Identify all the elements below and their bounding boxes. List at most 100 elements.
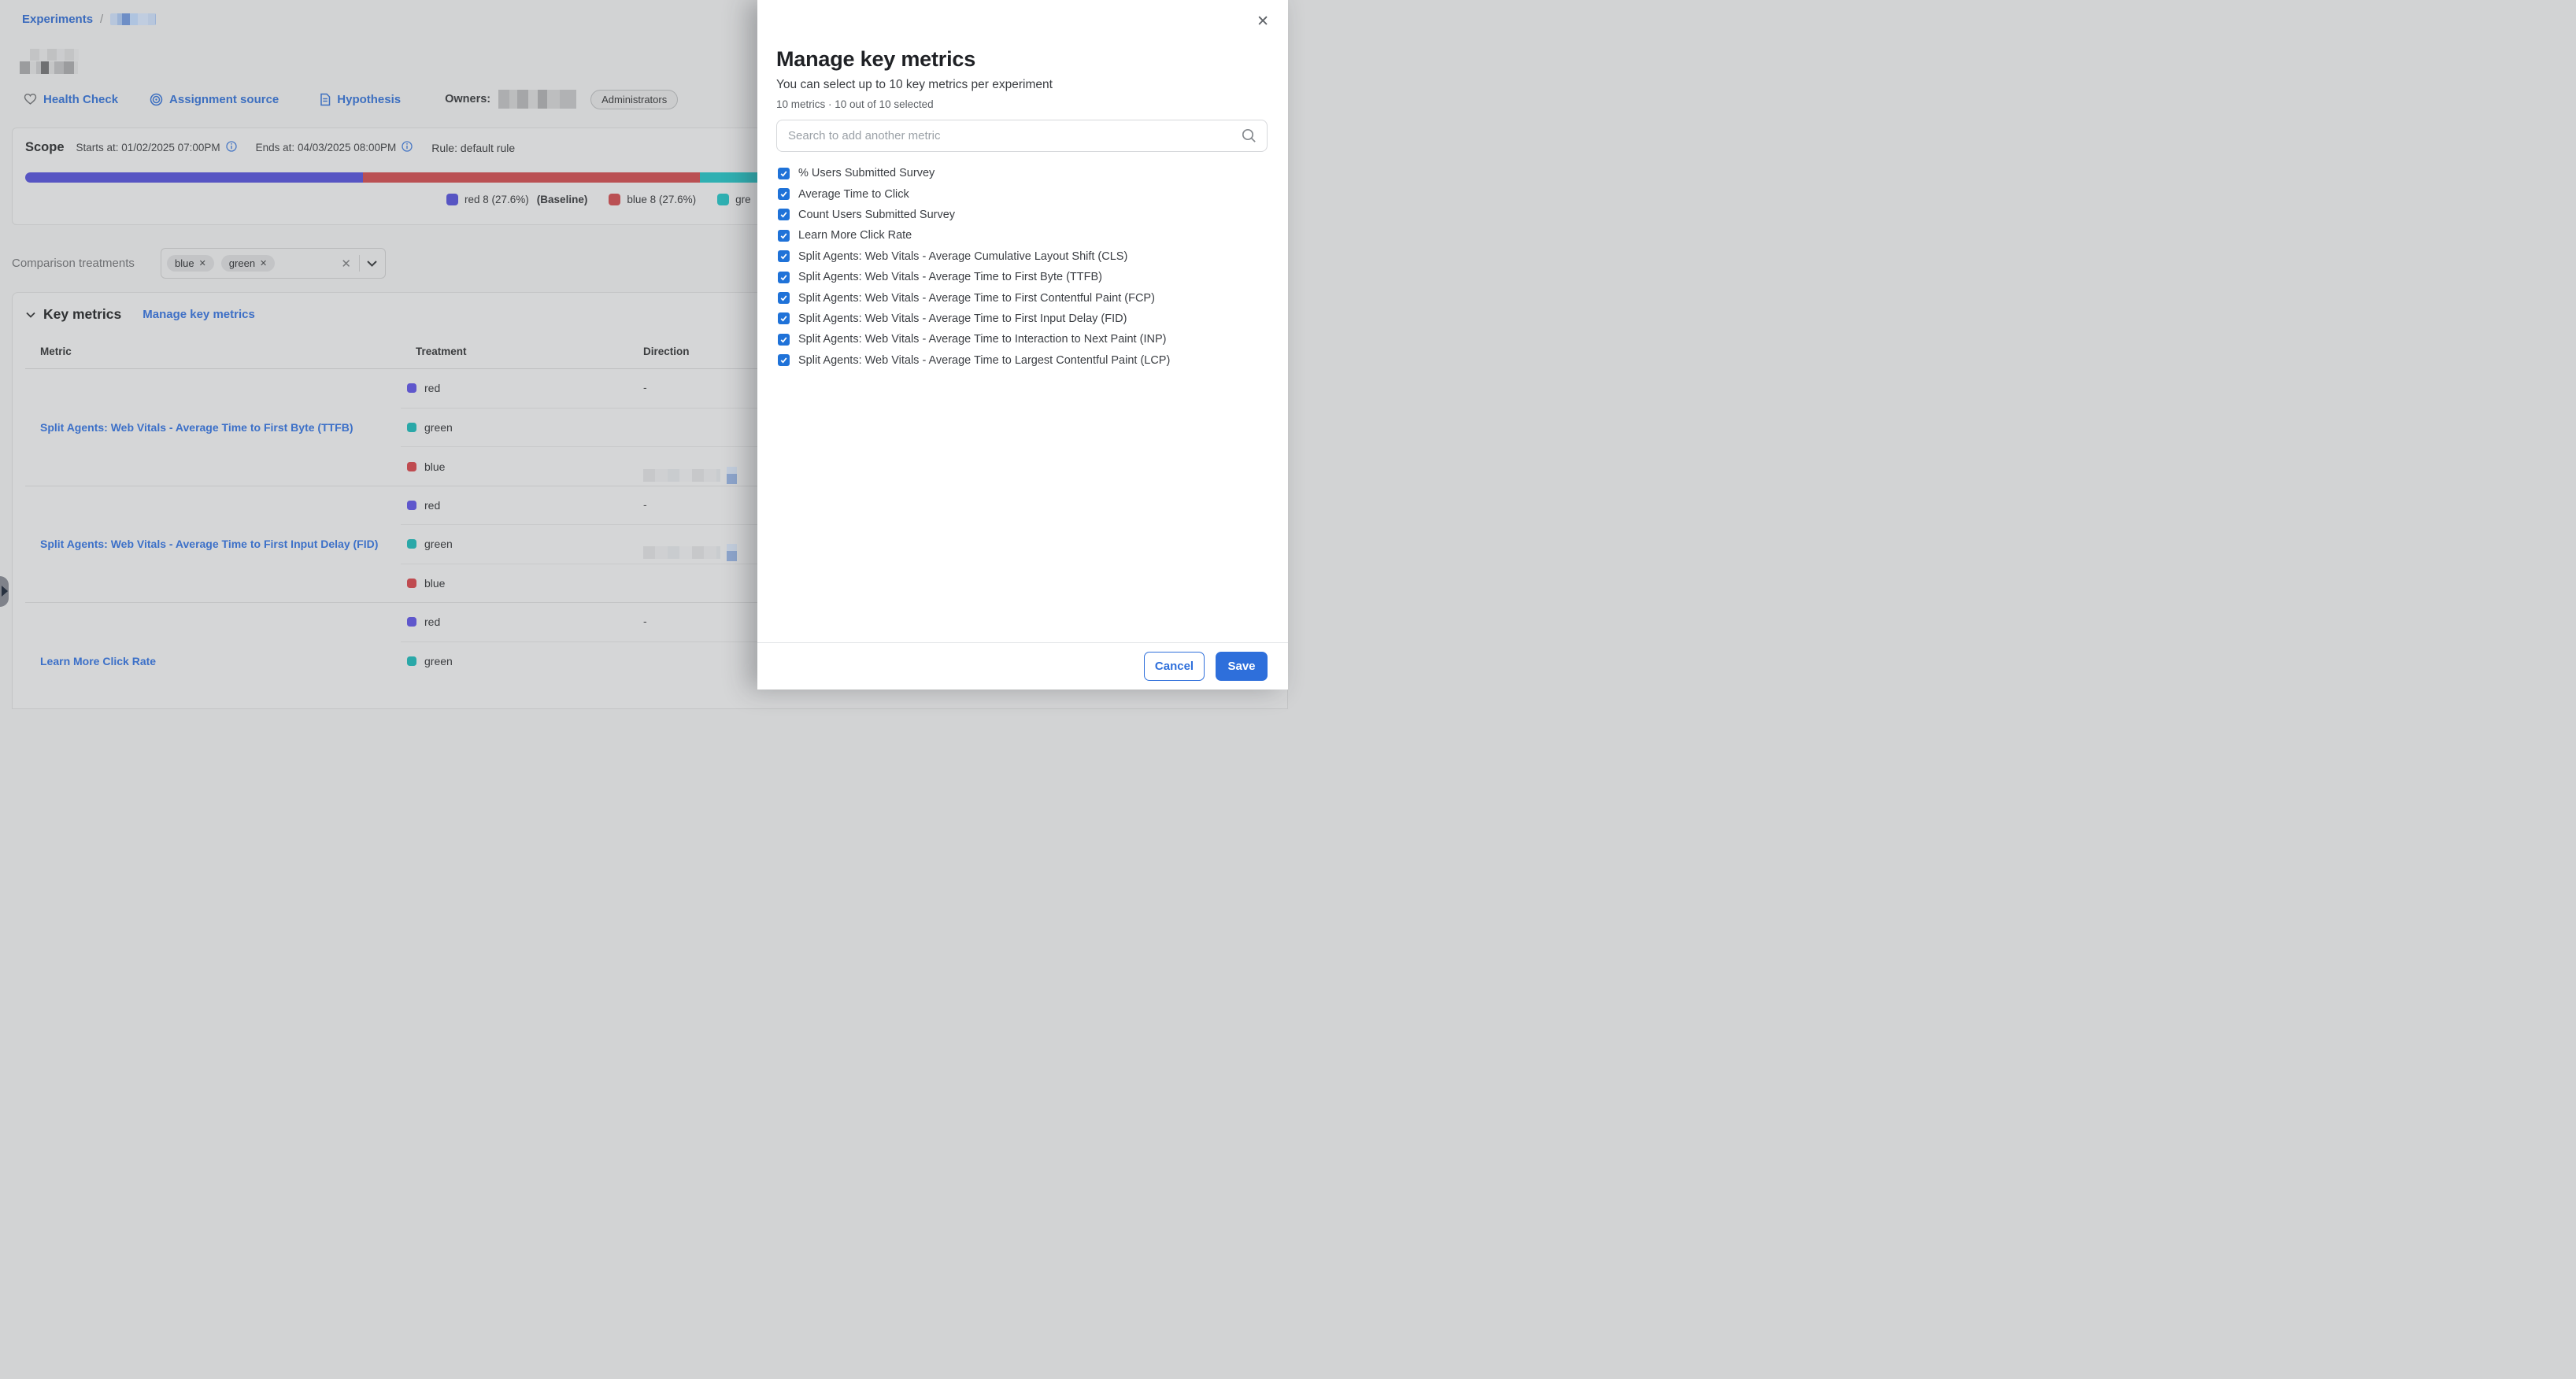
metric-checkbox[interactable]: [778, 230, 790, 242]
remove-chip-icon[interactable]: ✕: [260, 258, 267, 268]
allocation-legend: red 8 (27.6%) (Baseline) blue 8 (27.6%) …: [446, 194, 751, 205]
info-icon[interactable]: [226, 141, 237, 154]
column-header-treatment: Treatment: [416, 346, 467, 357]
metric-checkbox[interactable]: [778, 250, 790, 262]
legend-label: gre: [735, 194, 751, 205]
metric-label: Split Agents: Web Vitals - Average Time …: [798, 333, 1166, 346]
treatment-chip[interactable]: green ✕: [221, 255, 275, 272]
comparison-treatments-label: Comparison treatments: [12, 257, 147, 270]
breadcrumb-current-redacted: [110, 13, 156, 25]
treatment-color-dot: [407, 423, 416, 432]
chevron-down-icon[interactable]: [367, 261, 377, 267]
metric-list-item: Split Agents: Web Vitals - Average Time …: [776, 267, 1272, 287]
breadcrumb-experiments-link[interactable]: Experiments: [22, 13, 93, 26]
metric-checkbox[interactable]: [778, 312, 790, 324]
legend-label: blue 8 (27.6%): [627, 194, 696, 205]
metric-list-item: Split Agents: Web Vitals - Average Time …: [776, 350, 1272, 371]
legend-item: red 8 (27.6%) (Baseline): [446, 194, 587, 205]
remove-chip-icon[interactable]: ✕: [199, 258, 206, 268]
metric-label: Split Agents: Web Vitals - Average Time …: [798, 271, 1102, 283]
metric-checkbox[interactable]: [778, 292, 790, 304]
assignment-source-link[interactable]: Assignment source: [150, 93, 279, 106]
treatment-chip[interactable]: blue ✕: [167, 255, 214, 272]
treatment-color-dot: [407, 579, 416, 588]
info-icon[interactable]: [402, 141, 413, 154]
comparison-treatments-row: Comparison treatments blue ✕ green ✕ ✕: [12, 248, 386, 279]
close-icon[interactable]: ✕: [1257, 14, 1269, 29]
direction-value: -: [643, 615, 647, 629]
direction-dash: -: [643, 615, 647, 627]
metric-label: % Users Submitted Survey: [798, 167, 935, 179]
treatment-color-dot: [407, 617, 416, 627]
assignment-source-label: Assignment source: [169, 93, 279, 106]
clear-selection-icon[interactable]: ✕: [341, 257, 351, 271]
manage-key-metrics-panel: ✕ Manage key metrics You can select up t…: [757, 0, 1288, 690]
heart-icon: [24, 93, 37, 105]
treatment-color-dot: [407, 656, 416, 666]
legend-item: gre: [717, 194, 751, 205]
scope-ends: Ends at: 04/03/2025 08:00PM: [256, 141, 413, 154]
key-metrics-title: Key metrics: [43, 306, 121, 323]
allocation-segment-red: [25, 172, 363, 183]
cancel-button[interactable]: Cancel: [1144, 652, 1205, 681]
metric-checkbox[interactable]: [778, 272, 790, 283]
treatment-color-dot: [407, 539, 416, 549]
metric-search-input[interactable]: [776, 120, 1268, 152]
legend-label: red 8 (27.6%): [464, 194, 529, 205]
treatment-color-dot: [407, 501, 416, 510]
panel-footer: Cancel Save: [757, 642, 1288, 690]
owners-value-redacted: [498, 90, 576, 109]
manage-key-metrics-link[interactable]: Manage key metrics: [142, 308, 255, 321]
hypothesis-label: Hypothesis: [337, 93, 401, 106]
legend-swatch: [446, 194, 458, 205]
comparison-treatments-select[interactable]: blue ✕ green ✕ ✕: [161, 248, 386, 279]
treatment-name: red: [424, 382, 440, 394]
scope-starts: Starts at: 01/02/2025 07:00PM: [76, 141, 237, 154]
metric-list-item: Split Agents: Web Vitals - Average Time …: [776, 309, 1272, 329]
legend-baseline-tag: (Baseline): [537, 194, 588, 205]
select-divider: [359, 255, 360, 272]
direction-dash: -: [643, 381, 647, 394]
target-icon: [150, 93, 163, 106]
metric-search: [776, 120, 1268, 152]
metric-checkbox[interactable]: [778, 354, 790, 366]
treatment-name: blue: [424, 577, 445, 590]
administrators-badge: Administrators: [590, 90, 678, 109]
direction-dash: -: [643, 498, 647, 511]
allocation-segment-blue: [363, 172, 700, 183]
treatment-chip-label: blue: [175, 257, 194, 269]
hypothesis-link[interactable]: Hypothesis: [320, 93, 401, 106]
experiment-meta-row: Health Check Assignment source Hypothesi…: [24, 88, 678, 110]
experiment-title-redacted: [20, 49, 87, 75]
collapse-chevron-icon[interactable]: [26, 308, 35, 322]
metric-label: Split Agents: Web Vitals - Average Time …: [798, 312, 1127, 325]
health-check-link[interactable]: Health Check: [24, 93, 118, 106]
metric-name-link[interactable]: Learn More Click Rate: [40, 655, 387, 667]
search-icon: [1241, 128, 1257, 148]
breadcrumb: Experiments /: [22, 13, 156, 26]
metric-checkbox[interactable]: [778, 168, 790, 179]
metric-list-item: Average Time to Click: [776, 183, 1272, 204]
expand-sidebar-handle[interactable]: [0, 576, 9, 607]
direction-value: -: [643, 381, 647, 395]
metric-checkbox[interactable]: [778, 188, 790, 200]
save-button[interactable]: Save: [1216, 652, 1268, 681]
treatment-name: green: [424, 655, 453, 667]
experiment-page: Experiments / Health Check Assignment so…: [0, 0, 1288, 690]
metric-checkbox[interactable]: [778, 334, 790, 346]
health-check-label: Health Check: [43, 93, 118, 106]
treatment-color-dot: [407, 462, 416, 471]
metric-name-link[interactable]: Split Agents: Web Vitals - Average Time …: [40, 421, 387, 434]
metric-label: Split Agents: Web Vitals - Average Time …: [798, 354, 1170, 367]
metric-list-item: Split Agents: Web Vitals - Average Cumul…: [776, 246, 1272, 267]
metric-name-link[interactable]: Split Agents: Web Vitals - Average Time …: [40, 538, 387, 550]
breadcrumb-separator: /: [100, 13, 103, 26]
legend-swatch: [717, 194, 729, 205]
metric-list-item: Learn More Click Rate: [776, 225, 1272, 246]
metric-label: Learn More Click Rate: [798, 229, 912, 242]
metric-checkbox[interactable]: [778, 209, 790, 220]
treatment-name: red: [424, 616, 440, 628]
metric-list-item: Split Agents: Web Vitals - Average Time …: [776, 329, 1272, 349]
metric-list-item: Split Agents: Web Vitals - Average Time …: [776, 287, 1272, 308]
column-header-direction: Direction: [643, 346, 690, 357]
